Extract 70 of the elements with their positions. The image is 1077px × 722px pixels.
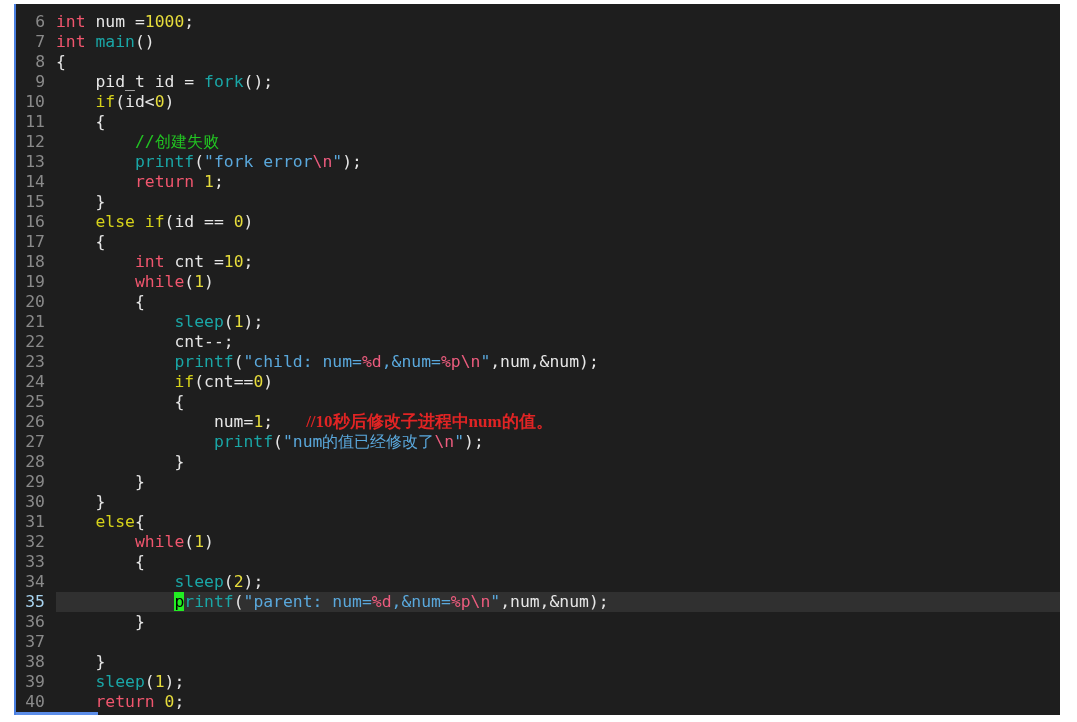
code-line: printf("num的值已经修改了\n"); <box>212 432 485 452</box>
line-number: 10 <box>24 92 45 112</box>
code-line: int cnt =10; <box>133 252 255 272</box>
code-line: { <box>56 52 67 72</box>
line-number: 36 <box>24 612 45 632</box>
line-number: 33 <box>24 552 45 572</box>
line-number: 24 <box>24 372 45 392</box>
code-line: //创建失败 <box>133 132 220 152</box>
code-line: while(1) <box>133 272 215 292</box>
line-number: 29 <box>24 472 45 492</box>
code-line: } <box>133 472 146 492</box>
code-line: printf("fork error\n"); <box>133 152 363 172</box>
line-number: 37 <box>24 632 45 652</box>
line-number: 31 <box>24 512 45 532</box>
code-line: { <box>94 112 107 132</box>
code-line: { <box>133 552 146 572</box>
line-number: 30 <box>24 492 45 512</box>
code-line: int num =1000; <box>56 12 196 32</box>
line-number: 23 <box>24 352 45 372</box>
line-number: 13 <box>24 152 45 172</box>
line-number: 20 <box>24 292 45 312</box>
line-number: 38 <box>24 652 45 672</box>
code-line: } <box>94 652 107 672</box>
line-number: 14 <box>24 172 45 192</box>
code-line: { <box>173 392 186 412</box>
code-line: { <box>133 292 146 312</box>
line-number: 16 <box>24 212 45 232</box>
line-number: 15 <box>24 192 45 212</box>
code-line: } <box>173 452 186 472</box>
line-number: 25 <box>24 392 45 412</box>
line-number: 9 <box>34 72 45 92</box>
line-number: 17 <box>24 232 45 252</box>
code-line: while(1) <box>133 532 215 552</box>
code-line: if(cnt==0) <box>173 372 275 392</box>
line-number: 28 <box>24 452 45 472</box>
code-line: else if(id == 0) <box>94 212 255 232</box>
code-line: int main() <box>56 32 156 52</box>
code-line: return 1; <box>133 172 225 192</box>
code-line: { <box>94 232 107 252</box>
line-number: 21 <box>24 312 45 332</box>
code-line: } <box>94 192 107 212</box>
line-number: 40 <box>24 692 45 712</box>
line-number: 32 <box>24 532 45 552</box>
line-number: 6 <box>34 12 45 32</box>
line-number: 26 <box>24 412 45 432</box>
scrollbar-thumb[interactable] <box>16 712 98 715</box>
code-line: sleep(2); <box>173 572 265 592</box>
annotation-text: //10秒后修改子进程中num的值。 <box>306 412 553 432</box>
line-number: 19 <box>24 272 45 292</box>
line-number: 11 <box>24 112 45 132</box>
code-line: cnt--; <box>173 332 235 352</box>
line-number: 22 <box>24 332 45 352</box>
code-line: if(id<0) <box>94 92 176 112</box>
line-number: 7 <box>34 32 45 52</box>
code-line: num=1; //10秒后修改子进程中num的值。 <box>212 412 554 432</box>
line-number: 18 <box>24 252 45 272</box>
code-line: sleep(1); <box>173 312 265 332</box>
line-number: 27 <box>24 432 45 452</box>
code-line: else{ <box>94 512 146 532</box>
code-line: } <box>133 612 146 632</box>
line-number: 12 <box>24 132 45 152</box>
line-number: 8 <box>34 52 45 72</box>
line-number: 35 <box>24 592 45 612</box>
line-number: 39 <box>24 672 45 692</box>
code-line: sleep(1); <box>94 672 186 692</box>
line-number: 34 <box>24 572 45 592</box>
code-line: } <box>94 492 107 512</box>
code-line: return 0; <box>94 692 186 712</box>
code-line: printf("child: num=%d,&num=%p\n",num,&num); <box>173 352 600 372</box>
code-line: pid_t id = fork(); <box>94 72 275 92</box>
